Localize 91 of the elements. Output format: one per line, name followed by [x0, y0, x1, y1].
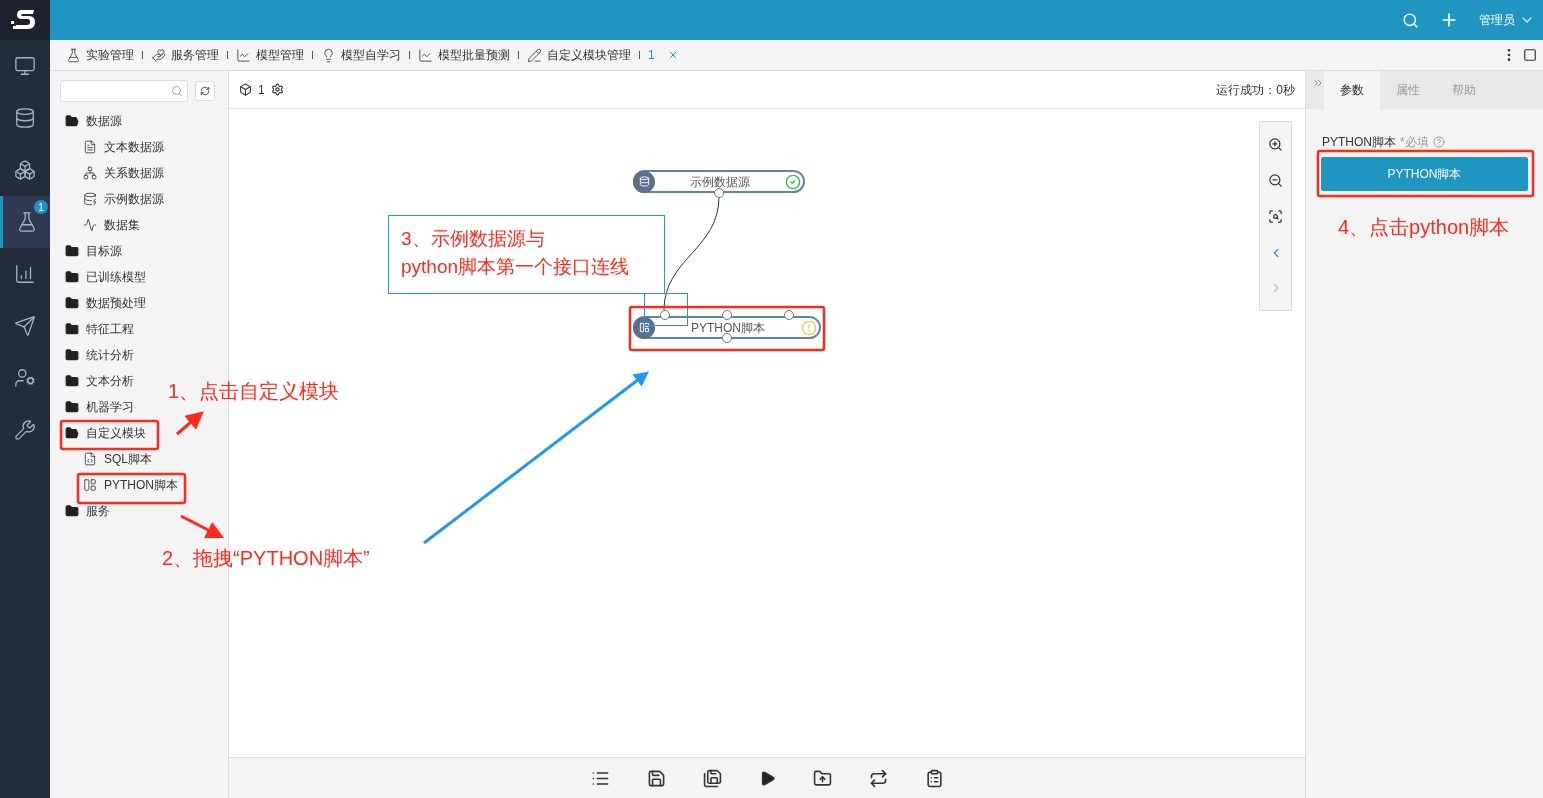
warning-icon	[801, 319, 817, 336]
database-icon	[633, 170, 655, 193]
refresh-icon	[200, 86, 210, 96]
collapse-icon[interactable]	[1312, 77, 1324, 89]
layout-icon	[83, 478, 97, 492]
hand-icon	[151, 47, 166, 63]
annotation-text: 3、示例数据源与 python脚本第一个接口连线	[388, 215, 665, 294]
workflow-node[interactable]: 示例数据源	[633, 170, 805, 193]
line-chart-icon	[418, 47, 433, 63]
database-icon	[14, 107, 36, 129]
document-icon	[83, 140, 97, 154]
annotation-text: 2、拖拽“PYTHON脚本”	[162, 546, 370, 571]
layout-icon	[633, 316, 655, 339]
run-status: 运行成功：0秒	[1216, 81, 1295, 99]
tools-icon	[14, 419, 36, 441]
folder-icon	[65, 426, 79, 440]
folder-icon	[65, 296, 79, 310]
folder-icon	[65, 400, 79, 414]
zoom-in-icon[interactable]	[1268, 136, 1283, 152]
annotation-text: 4、点击python脚本	[1338, 215, 1510, 240]
flask-icon	[66, 47, 81, 63]
folder-icon	[65, 322, 79, 336]
tree-folder[interactable]: 数据源	[65, 108, 122, 134]
workflow-node[interactable]: PYTHON脚本	[633, 316, 821, 339]
tree-item[interactable]: PYTHON脚本	[83, 472, 178, 498]
input-port[interactable]	[784, 310, 794, 320]
tab[interactable]: 模型批量预测	[418, 46, 510, 64]
folder-icon	[65, 270, 79, 284]
tab[interactable]: 模型管理	[236, 46, 304, 64]
tab[interactable]: 自定义模块管理	[527, 46, 631, 64]
folder-icon	[65, 244, 79, 258]
repeat-icon[interactable]	[868, 768, 888, 788]
tree-item[interactable]: SQL脚本	[83, 446, 152, 472]
input-port[interactable]	[660, 310, 670, 320]
search-icon[interactable]	[1402, 11, 1419, 29]
maximize-icon[interactable]	[1523, 48, 1537, 62]
fit-view-icon[interactable]	[1268, 209, 1283, 225]
annotation-text: 1、点击自定义模块	[168, 379, 340, 404]
folder-upload-icon[interactable]	[812, 768, 832, 788]
tree-item[interactable]: 示例数据源	[83, 186, 164, 212]
settings-icon[interactable]	[270, 83, 284, 96]
paper-plane-icon	[14, 315, 36, 337]
network-icon	[83, 166, 97, 180]
monitor-icon	[14, 55, 36, 77]
panel-tab[interactable]: 参数	[1324, 71, 1380, 109]
tree-folder[interactable]: 已训练模型	[65, 264, 146, 290]
output-port[interactable]	[714, 188, 724, 198]
field-label: PYTHON脚本	[1322, 134, 1396, 151]
save-as-icon[interactable]	[702, 768, 722, 788]
experiment-name: 1	[258, 81, 265, 99]
chart-icon	[83, 218, 97, 232]
tree-item[interactable]: 数据集	[83, 212, 140, 238]
output-port[interactable]	[722, 333, 732, 343]
badge: 1	[34, 200, 48, 214]
tab[interactable]: 模型自学习	[321, 46, 401, 64]
tree-folder[interactable]: 机器学习	[65, 394, 134, 420]
refresh-button[interactable]	[195, 81, 215, 101]
save-icon[interactable]	[646, 768, 666, 788]
tree-item[interactable]: 文本数据源	[83, 134, 164, 160]
tab[interactable]: 实验管理	[66, 46, 134, 64]
required-note: *必填	[1400, 134, 1429, 151]
tree-folder[interactable]: 统计分析	[65, 342, 134, 368]
zoom-out-icon[interactable]	[1268, 173, 1283, 189]
bar-chart-icon	[14, 263, 36, 285]
clipboard-icon[interactable]	[924, 768, 944, 788]
document-icon	[83, 452, 97, 466]
tree-folder[interactable]: 服务	[65, 498, 110, 524]
tree-item[interactable]: 关系数据源	[83, 160, 164, 186]
line-chart-icon	[236, 47, 251, 63]
pointer-arrow	[176, 411, 204, 436]
search-field[interactable]	[60, 80, 188, 102]
input-port[interactable]	[722, 310, 732, 320]
pencil-icon	[527, 47, 542, 63]
folder-icon	[65, 504, 79, 518]
user-gear-icon	[14, 367, 36, 389]
lightbulb-icon	[321, 47, 336, 63]
search-icon	[171, 85, 183, 97]
folder-icon	[65, 114, 79, 128]
tree-folder[interactable]: 文本分析	[65, 368, 134, 394]
tree-folder[interactable]: 数据预处理	[65, 290, 146, 316]
pointer-arrow	[180, 514, 224, 539]
tree-folder[interactable]: 目标源	[65, 238, 122, 264]
folder-icon	[65, 374, 79, 388]
tree-folder[interactable]: 特征工程	[65, 316, 134, 342]
check-icon	[785, 173, 801, 190]
tab[interactable]: 服务管理	[151, 46, 219, 64]
cube-icon	[239, 83, 252, 96]
database-icon	[83, 192, 97, 206]
folder-icon	[65, 348, 79, 362]
boxes-icon	[14, 159, 36, 181]
tree-folder[interactable]: 自定义模块	[65, 420, 146, 446]
